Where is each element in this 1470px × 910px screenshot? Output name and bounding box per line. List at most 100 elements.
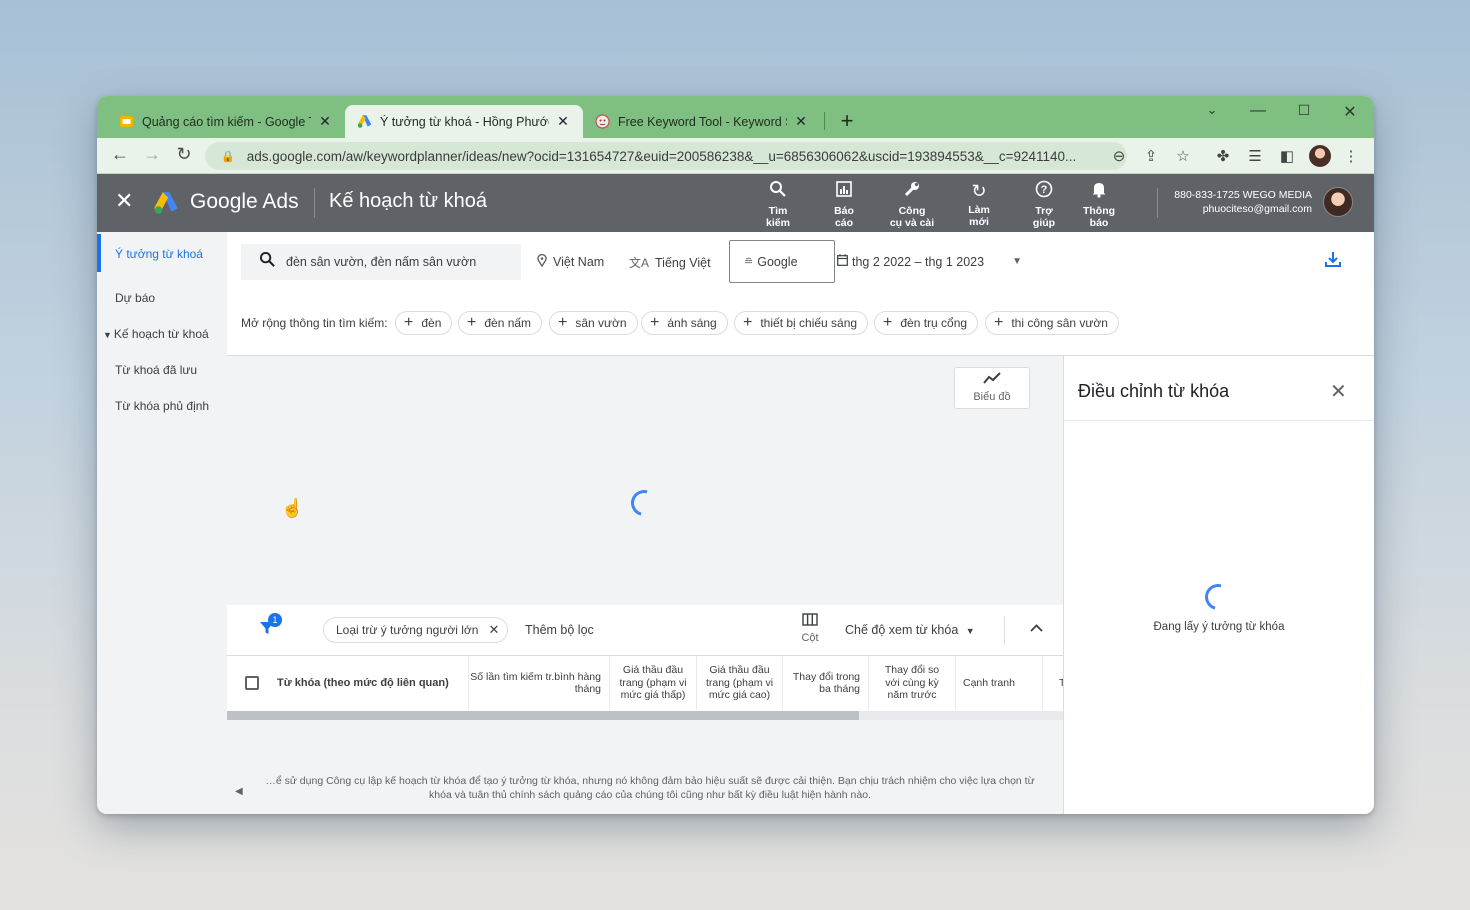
close-icon[interactable]: ✕ (1330, 379, 1347, 404)
language-selector[interactable]: 文A Tiếng Việt (629, 254, 711, 271)
tab-close-icon[interactable]: ✕ (555, 113, 571, 130)
sidebar-item-keyword-ideas[interactable]: Ý tưởng từ khoá (115, 247, 203, 261)
column-header-competition[interactable]: Cạnh tranh (956, 656, 1043, 710)
suggestion-chip[interactable]: + đèn trụ cổng (874, 311, 979, 335)
bookmark-star-icon[interactable]: ☆ (1173, 147, 1193, 165)
account-avatar[interactable] (1323, 187, 1353, 217)
exclude-adult-chip[interactable]: Loại trừ ý tưởng người lớn ✕ (323, 617, 509, 643)
header-refresh-button[interactable]: ↻ Làm mới (949, 180, 1009, 228)
tab-keyword-shitter[interactable]: Free Keyword Tool - Keyword Sh ✕ (583, 105, 821, 138)
network-search-icon: ≘ (744, 256, 754, 268)
reload-icon[interactable]: ↻ (173, 144, 195, 165)
tab-close-icon[interactable]: ✕ (793, 113, 809, 130)
sidebar-item-negative-keywords[interactable]: Từ khóa phủ định (115, 399, 209, 413)
tab-title: Ý tưởng từ khoá - Hồng Phước A (380, 114, 549, 129)
add-filter-button[interactable]: Thêm bộ lọc (525, 623, 594, 637)
tab-google-slides[interactable]: Quảng cáo tìm kiếm - Google Tr ✕ (107, 105, 345, 138)
column-header-bid-high[interactable]: Giá thầu đầu trang (phạm vi mức giá cao) (697, 656, 783, 710)
header-reports-button[interactable]: Báo cáo (814, 180, 874, 229)
report-icon (814, 180, 874, 203)
sidebar: Ý tưởng từ khoá Dự báo ▼ Kế hoạch từ khoá… (97, 232, 227, 814)
header-search-button[interactable]: Tìm kiếm (748, 180, 808, 229)
close-window-button[interactable]: ✕ (1340, 102, 1360, 122)
new-tab-button[interactable]: + (835, 108, 859, 134)
loading-text: Đang lấy ý tưởng từ khóa (1153, 621, 1285, 633)
forward-icon[interactable]: → (141, 144, 163, 165)
search-icon (748, 180, 808, 203)
dropdown-arrow-icon: ▼ (965, 626, 975, 636)
view-mode-dropdown[interactable]: Chế độ xem từ khóa ▼ (845, 623, 975, 637)
column-header-three-month-change[interactable]: Thay đổi trong ba tháng (783, 656, 869, 710)
column-header-keyword[interactable]: Từ khóa (theo mức độ liên quan) (227, 656, 469, 710)
refine-keywords-panel: Điều chỉnh từ khóa ✕ Đang lấy ý tưởng từ… (1063, 356, 1374, 814)
suggestion-chip[interactable]: + thi công sân vườn (985, 311, 1119, 335)
account-id: 880-833-1725 WEGO MEDIA (1174, 189, 1312, 201)
share-icon[interactable]: ⇪ (1141, 147, 1161, 165)
expand-search-label: Mở rộng thông tin tìm kiếm: (241, 316, 388, 330)
tab-search-icon[interactable]: ⌄ (1202, 102, 1222, 118)
extensions-icon[interactable]: ✤ (1213, 147, 1233, 165)
tab-close-icon[interactable]: ✕ (317, 113, 333, 130)
horizontal-scrollbar[interactable] (227, 711, 1063, 720)
chip-close-icon[interactable]: ✕ (488, 622, 499, 638)
columns-button[interactable]: Cột (797, 613, 823, 644)
close-icon[interactable]: ✕ (115, 188, 133, 214)
column-header-bid-low[interactable]: Giá thầu đầu trang (phạm vi mức giá thấp… (610, 656, 697, 710)
table-body: ◀ …ể sử dụng Công cụ lập kế hoạch từ khó… (227, 720, 1063, 814)
scrollbar-thumb[interactable] (227, 711, 859, 720)
sidebar-item-saved-keywords[interactable]: Từ khoá đã lưu (115, 363, 197, 377)
column-header-yoy-change[interactable]: Thay đổi so với cùng kỳ năm trước (869, 656, 956, 710)
disclaimer-text: …ể sử dụng Công cụ lập kế hoạch từ khóa … (265, 775, 1035, 801)
tools-icon (880, 180, 944, 203)
reading-list-icon[interactable]: ☰ (1245, 147, 1265, 165)
keyword-shitter-icon (595, 114, 610, 129)
chart-toggle-button[interactable]: Biểu đồ (954, 367, 1030, 409)
account-email: phuociteso@gmail.com (1202, 203, 1312, 215)
url-text: ads.google.com/aw/keywordplanner/ideas/n… (246, 148, 1077, 164)
bell-icon (1069, 180, 1129, 203)
calendar-icon (837, 254, 848, 269)
refresh-icon: ↻ (971, 181, 987, 201)
column-header-avg-searches[interactable]: Số lần tìm kiếm tr.bình hàng tháng (469, 656, 610, 710)
help-icon: ? (1014, 180, 1074, 203)
suggestion-chip[interactable]: + ánh sáng (641, 311, 728, 335)
account-info[interactable]: 880-833-1725 WEGO MEDIA phuociteso@gmail… (1169, 188, 1312, 216)
plus-icon: + (650, 314, 660, 331)
plus-icon: + (994, 314, 1004, 331)
google-ads-logo-icon (153, 191, 179, 215)
keyword-search-input[interactable]: đèn sân vườn, đèn nấm sân vườn (241, 244, 521, 280)
maximize-button[interactable]: ☐ (1294, 102, 1314, 119)
sidebar-item-keyword-plans[interactable]: ▼ Kế hoạch từ khoá (103, 327, 209, 341)
suggestion-chip[interactable]: + sân vườn (549, 311, 638, 335)
minimize-button[interactable]: — (1248, 102, 1268, 120)
plus-icon: + (467, 314, 477, 331)
header-notifications-button[interactable]: Thông báo (1069, 180, 1129, 229)
google-ads-icon (357, 114, 372, 129)
back-icon[interactable]: ← (109, 144, 131, 165)
tab-title: Free Keyword Tool - Keyword Sh (618, 114, 787, 129)
ads-brand-name: Google Ads (190, 190, 299, 213)
suggestion-chip[interactable]: + đèn nấm (458, 311, 543, 335)
side-panel-icon[interactable]: ◧ (1277, 147, 1297, 165)
translate-icon: 文A (629, 256, 650, 270)
location-selector[interactable]: Việt Nam (537, 253, 604, 270)
network-selector[interactable]: ≘ Google (729, 240, 835, 283)
tab-keyword-ideas[interactable]: Ý tưởng từ khoá - Hồng Phước A ✕ (345, 105, 583, 138)
download-icon[interactable] (1324, 250, 1342, 273)
sidebar-item-forecast[interactable]: Dự báo (115, 291, 155, 305)
header-divider (1157, 188, 1158, 218)
header-help-button[interactable]: ? Trợ giúp (1014, 180, 1074, 229)
plus-icon: + (404, 314, 414, 331)
tab-separator (824, 112, 825, 130)
suggestion-chip[interactable]: + thiết bị chiếu sáng (734, 311, 869, 335)
menu-icon[interactable]: ⋮ (1341, 147, 1361, 165)
header-tools-button[interactable]: Công cụ và cài (880, 180, 944, 229)
suggestion-chip[interactable]: + đèn (395, 311, 453, 335)
chevron-up-icon[interactable] (1030, 620, 1043, 635)
profile-avatar[interactable] (1309, 145, 1331, 167)
table-header: Từ khóa (theo mức độ liên quan) Số lần t… (227, 655, 1065, 711)
address-bar[interactable]: 🔒 ads.google.com/aw/keywordplanner/ideas… (205, 142, 1127, 170)
search-settings-bar: đèn sân vườn, đèn nấm sân vườn Việt Nam … (227, 232, 1374, 356)
zoom-icon[interactable]: ⊖ (1109, 147, 1129, 165)
date-range-selector[interactable]: thg 2 2022 – thg 1 2023 ▼ (837, 254, 1022, 269)
